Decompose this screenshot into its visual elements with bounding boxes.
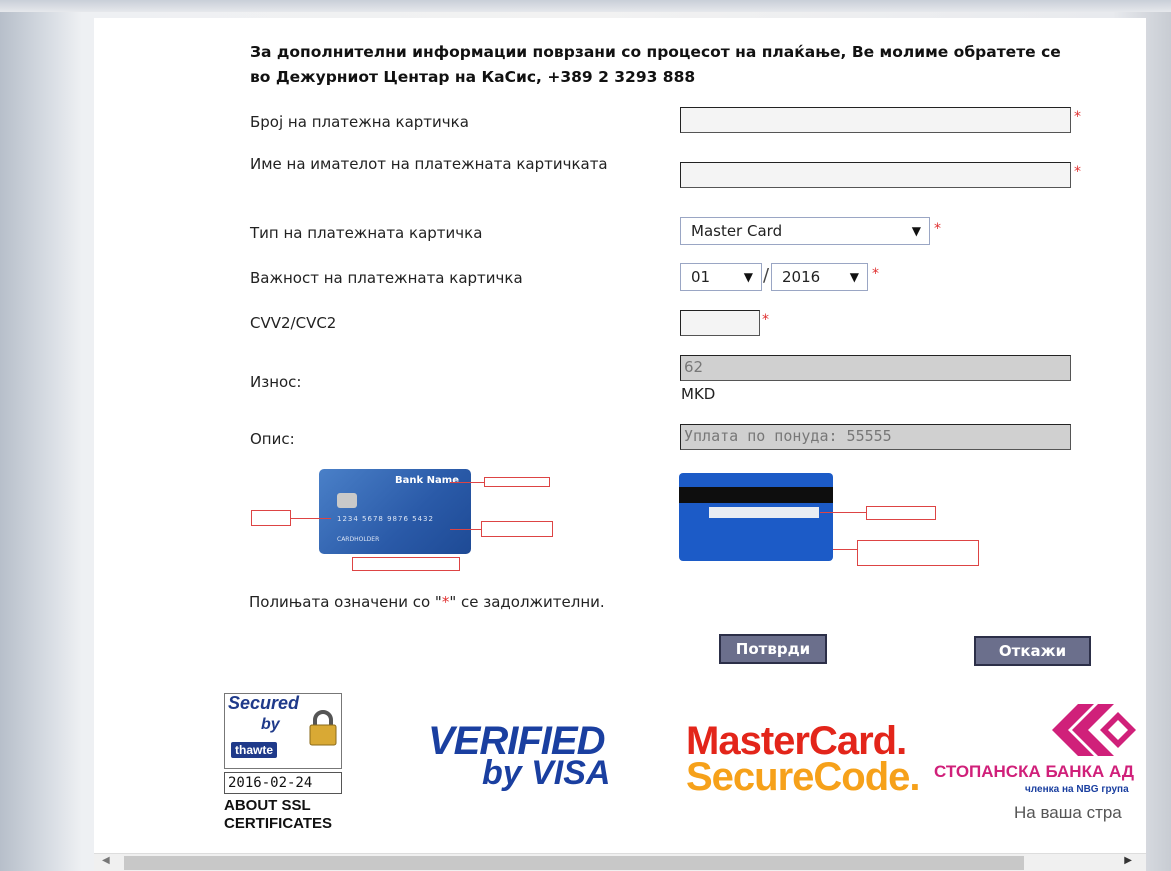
cvv-input[interactable] xyxy=(680,310,760,336)
callout-box xyxy=(866,506,936,520)
thawte-by-text: by xyxy=(261,716,280,733)
mastercard-securecode-logo: MasterCard. SecureCode. xyxy=(686,719,921,799)
card-back-image xyxy=(679,473,833,561)
card-type-label: Тип на платежната картичка xyxy=(250,224,483,242)
amount-label: Износ: xyxy=(250,373,302,391)
required-marker: * xyxy=(1074,164,1081,180)
callout-line xyxy=(450,482,484,483)
expiry-separator: / xyxy=(763,265,770,286)
horizontal-scrollbar[interactable]: ◀ ▶ xyxy=(94,853,1146,871)
required-marker: * xyxy=(934,221,941,237)
required-marker: * xyxy=(762,312,769,328)
required-note-text: Полињата означени со " xyxy=(249,593,442,611)
scrollbar-thumb[interactable] xyxy=(124,856,1024,870)
callout-box xyxy=(251,510,291,526)
cvv-label: CVV2/CVC2 xyxy=(250,314,337,332)
expiry-year-value: 2016 xyxy=(782,268,821,286)
callout-line xyxy=(833,549,857,550)
visa-verified-text: VERIFIED xyxy=(428,719,605,763)
scroll-right-arrow-icon[interactable]: ▶ xyxy=(1124,855,1132,866)
amount-field: 62 xyxy=(680,355,1071,381)
thawte-seal[interactable]: Secured by thawte xyxy=(224,693,342,769)
card-chip-icon xyxy=(337,493,357,508)
mastercard-text: MasterCard. xyxy=(686,719,907,763)
thawte-brand-text: thawte xyxy=(231,742,278,758)
dropdown-arrow-icon: ▼ xyxy=(849,270,859,284)
dropdown-arrow-icon: ▼ xyxy=(743,270,753,284)
card-signature-panel xyxy=(709,507,819,518)
card-type-select[interactable]: Master Card ▼ xyxy=(680,217,930,245)
cardholder-input[interactable] xyxy=(680,162,1071,188)
callout-box xyxy=(481,521,553,537)
expiry-month-select[interactable]: 01 ▼ xyxy=(680,263,762,291)
cancel-button[interactable]: Откажи xyxy=(974,636,1091,666)
expiry-label: Важност на платежната картичка xyxy=(250,269,523,287)
lock-icon xyxy=(309,710,337,746)
scroll-left-arrow-icon[interactable]: ◀ xyxy=(102,855,110,866)
card-number-input[interactable] xyxy=(680,107,1071,133)
required-marker: * xyxy=(872,266,879,282)
card-bank-name: Bank Name xyxy=(395,475,459,486)
card-magnetic-strip xyxy=(679,487,833,503)
thawte-secured-text: Secured xyxy=(228,693,300,713)
expiry-year-select[interactable]: 2016 ▼ xyxy=(771,263,868,291)
bank-subtitle: членка на NBG група xyxy=(1025,784,1129,795)
about-ssl-link[interactable]: ABOUT SSL CERTIFICATES xyxy=(224,797,374,833)
securecode-text: SecureCode. xyxy=(686,755,921,799)
bank-name: СТОПАНСКА БАНКА АД xyxy=(934,762,1134,781)
required-note-text: " се задолжителни. xyxy=(449,593,605,611)
callout-box xyxy=(484,477,550,487)
card-number-label: Број на платежна картичка xyxy=(250,113,469,131)
callout-box xyxy=(352,557,460,571)
expiry-month-value: 01 xyxy=(691,268,711,286)
card-number-sample: 1234 5678 9876 5432 xyxy=(337,515,434,523)
callout-line xyxy=(820,512,866,513)
confirm-button[interactable]: Потврди xyxy=(719,634,827,664)
verified-by-visa-logo: VERIFIED by VISA xyxy=(428,719,610,790)
thawte-date: 2016-02-24 xyxy=(224,772,342,794)
bank-slogan: На ваша стра xyxy=(1014,803,1122,822)
description-label: Опис: xyxy=(250,430,295,448)
cardholder-label: Име на имателот на платежната картичката xyxy=(250,155,608,173)
callout-box xyxy=(857,540,979,566)
required-note: Полињата означени со "*" се задолжителни… xyxy=(249,593,605,611)
description-field: Уплата по понуда: 55555 xyxy=(680,424,1071,450)
stopanska-banka-logo: СТОПАНСКА БАНКА АД членка на NBG група Н… xyxy=(930,700,1146,830)
callout-line xyxy=(450,529,481,530)
card-holder-sample: CARDHOLDER xyxy=(337,536,380,543)
card-type-value: Master Card xyxy=(691,222,783,240)
required-marker: * xyxy=(1074,109,1081,125)
dropdown-arrow-icon: ▼ xyxy=(911,224,921,238)
card-front-image: Bank Name 1234 5678 9876 5432 CARDHOLDER xyxy=(319,469,471,554)
callout-line xyxy=(291,518,331,519)
info-text: За дополнителни информации поврзани со п… xyxy=(250,43,1061,86)
bank-logo-icon xyxy=(1052,704,1136,756)
page-background-top xyxy=(0,0,1171,12)
currency-label: MKD xyxy=(681,385,716,403)
